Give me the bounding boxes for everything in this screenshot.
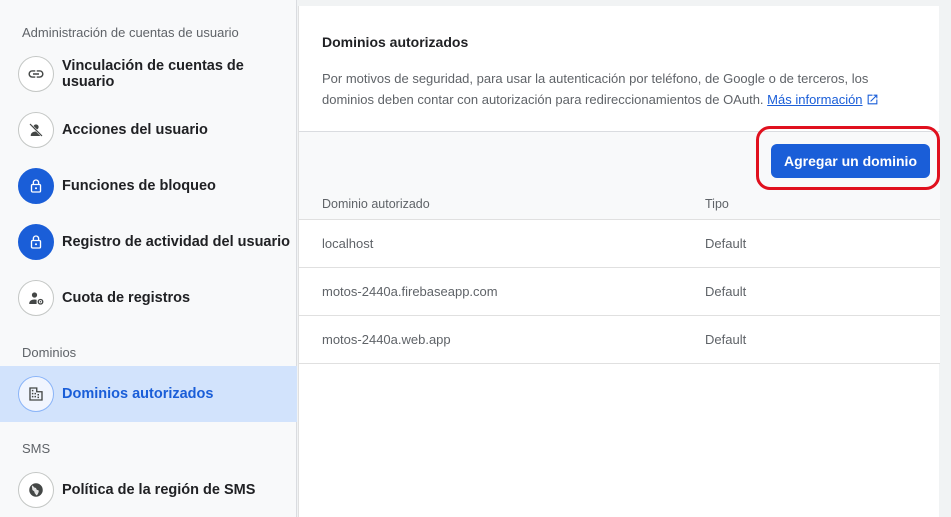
authorized-domains-panel: Dominios autorizados Por motivos de segu…: [298, 6, 940, 517]
table-row[interactable]: motos-2440a.firebaseapp.com Default: [299, 267, 940, 315]
sidebar-item-account-linking[interactable]: Vinculación de cuentas de usuario: [0, 46, 297, 102]
sidebar-item-label: Registro de actividad del usuario: [62, 234, 291, 250]
table-row[interactable]: motos-2440a.web.app Default: [299, 315, 940, 363]
type-cell: Default: [705, 236, 747, 251]
domain-cell: localhost: [322, 236, 374, 251]
panel-title: Dominios autorizados: [322, 34, 469, 50]
section-label-sms: SMS: [22, 441, 51, 456]
sidebar-item-label: Política de la región de SMS: [62, 482, 256, 498]
table-row[interactable]: localhost Default: [299, 219, 940, 267]
type-cell: Default: [705, 332, 747, 347]
sidebar-item-label: Funciones de bloqueo: [62, 178, 216, 194]
sidebar: Administración de cuentas de usuario Vin…: [0, 0, 297, 517]
sidebar-item-blocking-functions[interactable]: Funciones de bloqueo: [0, 158, 297, 214]
sidebar-item-label: Vinculación de cuentas de usuario: [62, 58, 244, 90]
sidebar-item-user-activity-log[interactable]: Registro de actividad del usuario: [0, 214, 297, 270]
external-link-icon: [867, 94, 877, 105]
sidebar-item-label: Dominios autorizados: [62, 386, 214, 402]
globe-icon: [18, 472, 54, 508]
sidebar-item-user-actions[interactable]: Acciones del usuario: [0, 102, 297, 158]
sidebar-item-authorized-domains[interactable]: Dominios autorizados: [0, 366, 297, 422]
section-label-domains: Dominios: [22, 345, 77, 360]
learn-more-link[interactable]: Más información: [767, 92, 862, 107]
domain-cell: motos-2440a.web.app: [322, 332, 451, 347]
sidebar-item-sms-region-policy[interactable]: Política de la región de SMS: [0, 462, 297, 517]
type-cell: Default: [705, 284, 747, 299]
domain-icon: [18, 376, 54, 412]
table-divider: [299, 363, 940, 364]
column-header-domain: Dominio autorizado: [322, 197, 430, 211]
add-domain-button[interactable]: Agregar un dominio: [771, 144, 930, 178]
lock-icon: [18, 224, 54, 260]
lock-icon: [18, 168, 54, 204]
table-toolbar: Agregar un dominio Dominio autorizado Ti…: [299, 126, 940, 219]
sidebar-item-registration-quota[interactable]: Cuota de registros: [0, 270, 297, 326]
panel-description: Por motivos de seguridad, para usar la a…: [322, 68, 902, 110]
link-icon: [18, 56, 54, 92]
learn-more-label: Más información: [767, 92, 863, 107]
section-label-user-admin: Administración de cuentas de usuario: [22, 25, 239, 40]
domain-cell: motos-2440a.firebaseapp.com: [322, 284, 498, 299]
sidebar-item-label: Cuota de registros: [62, 290, 191, 306]
sidebar-item-label: Acciones del usuario: [62, 122, 208, 138]
column-header-type: Tipo: [705, 197, 729, 211]
user-off-icon: [18, 112, 54, 148]
user-settings-icon: [18, 280, 54, 316]
